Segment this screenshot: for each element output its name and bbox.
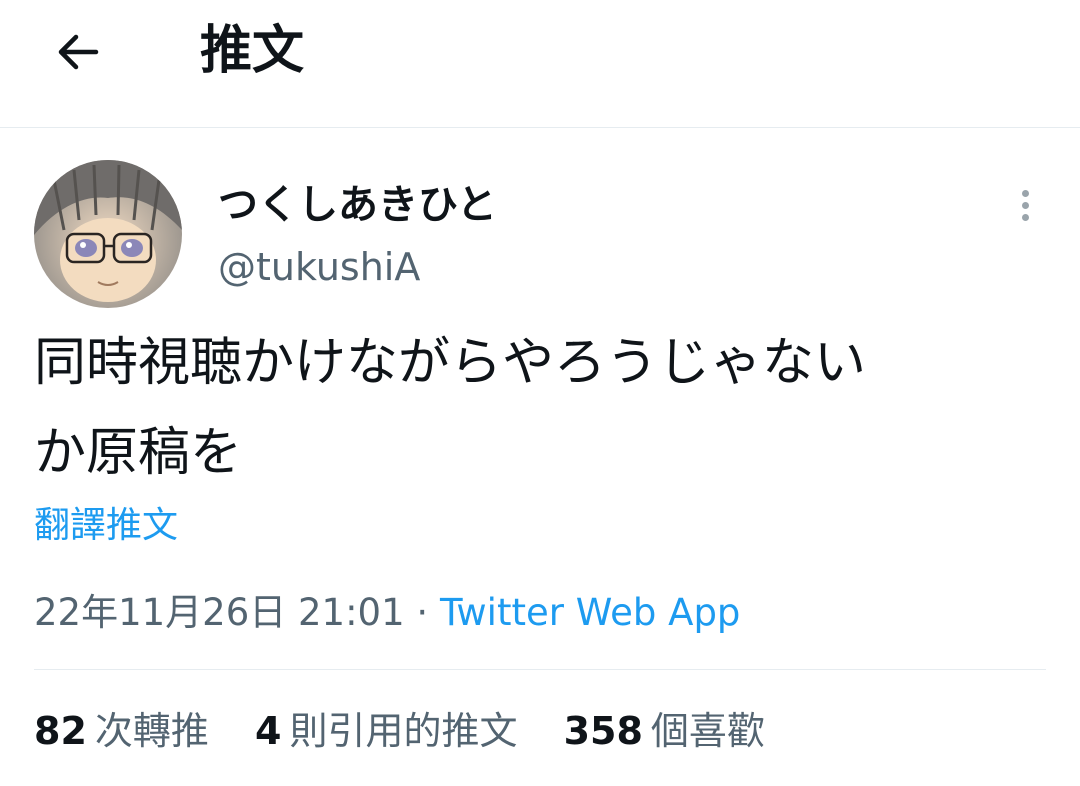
likes-count: 358 — [563, 709, 643, 753]
top-app-bar: 推文 — [0, 0, 1080, 126]
quotes-count: 4 — [255, 709, 282, 753]
quotes-label: 則引用的推文 — [289, 709, 518, 753]
avatar[interactable] — [34, 160, 182, 308]
more-options-button[interactable] — [1010, 186, 1040, 226]
retweets-label: 次轉推 — [94, 709, 209, 753]
stats-divider — [34, 669, 1046, 670]
author-display-name[interactable]: つくしあきひと — [218, 180, 497, 230]
more-vertical-icon — [1021, 190, 1029, 197]
retweets-count: 82 — [34, 709, 87, 753]
header-divider — [0, 127, 1080, 128]
avatar-image — [34, 160, 182, 308]
tweet-stats: 82 次轉推 4 則引用的推文 358 個喜歡 — [34, 706, 799, 756]
retweets-stat[interactable]: 82 次轉推 — [34, 706, 209, 756]
tweet-text-line: か原稿を — [34, 423, 243, 483]
back-button[interactable] — [50, 24, 106, 80]
tweet-text: 同時視聴かけながらやろうじゃない か原稿を — [34, 318, 1044, 498]
likes-label: 個喜歡 — [650, 709, 765, 753]
likes-stat[interactable]: 358 個喜歡 — [564, 706, 765, 756]
arrow-left-icon — [58, 34, 99, 70]
page-title: 推文 — [200, 21, 305, 81]
translate-tweet-link[interactable]: 翻譯推文 — [34, 503, 178, 549]
tweet-source-link[interactable]: Twitter Web App — [440, 591, 740, 634]
more-vertical-icon-dot — [1021, 214, 1029, 221]
tweet-metadata: 22年11月26日 21:01 · Twitter Web App — [34, 589, 740, 637]
tweet-text-line: 同時視聴かけながらやろうじゃない — [34, 333, 867, 393]
tweet-timestamp[interactable]: 22年11月26日 21:01 — [34, 591, 405, 634]
quotes-stat[interactable]: 4 則引用的推文 — [255, 706, 517, 756]
author-handle[interactable]: @tukushiA — [218, 243, 420, 291]
meta-separator: · — [416, 591, 429, 634]
more-vertical-icon-dot — [1021, 202, 1029, 209]
